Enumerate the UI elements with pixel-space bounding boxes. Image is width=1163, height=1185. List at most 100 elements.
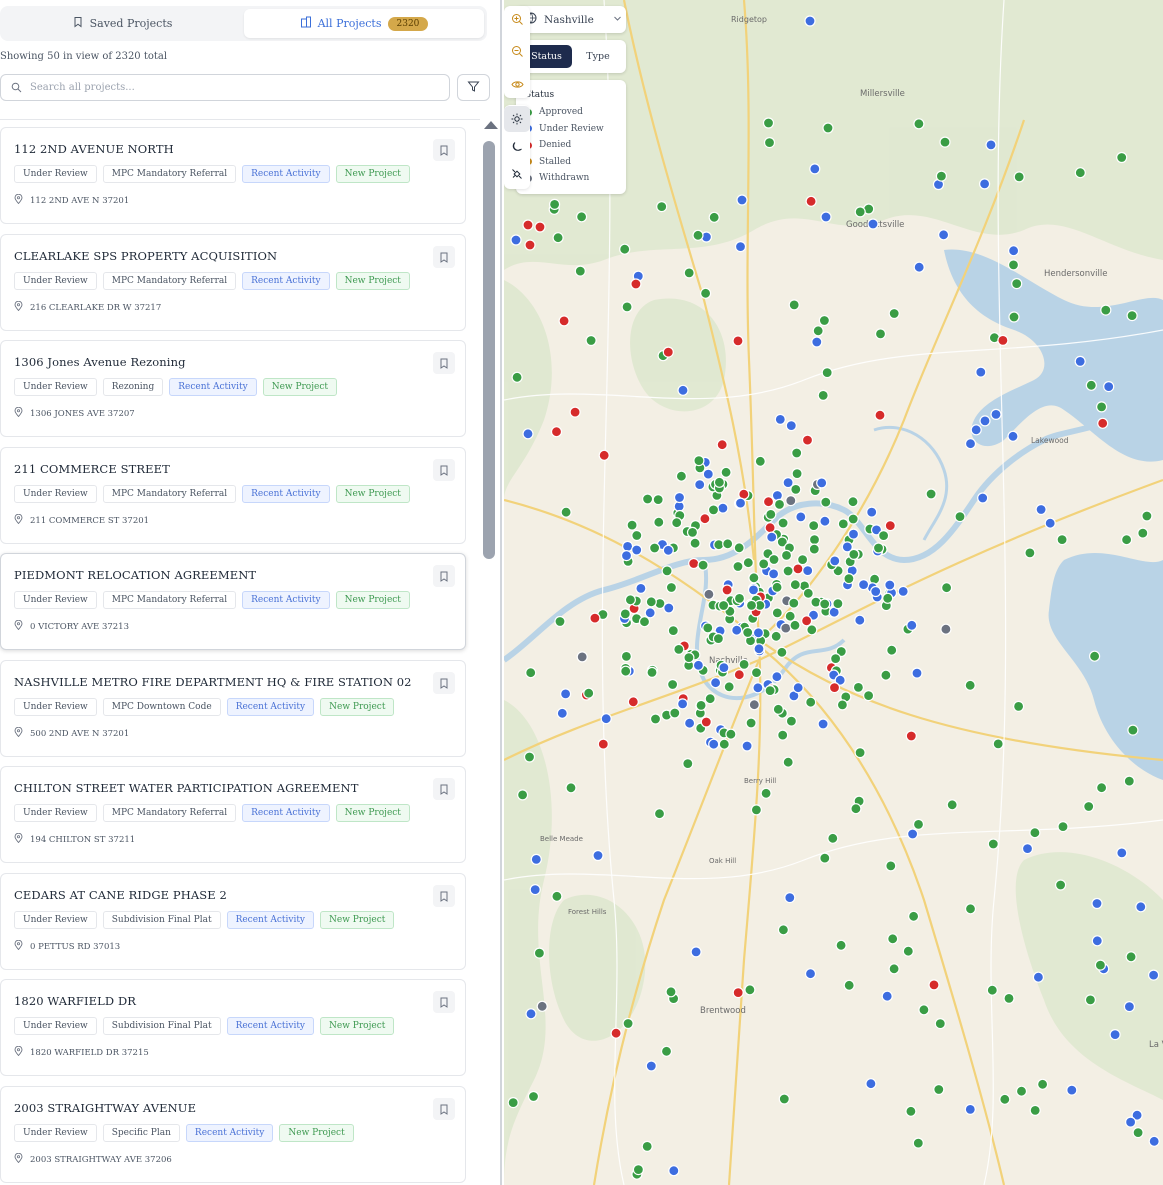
project-marker[interactable] [1141,510,1153,522]
project-marker[interactable] [683,651,695,664]
project-marker[interactable] [1125,951,1137,963]
project-marker[interactable] [884,579,896,591]
project-marker[interactable] [765,508,777,521]
project-marker[interactable] [718,661,730,674]
project-marker[interactable] [708,211,720,223]
project-marker[interactable] [677,384,689,396]
project-marker[interactable] [565,782,577,794]
project-marker[interactable] [533,947,546,959]
project-marker[interactable] [673,491,686,504]
project-marker[interactable] [795,511,807,523]
project-marker[interactable] [866,506,878,518]
project-marker[interactable] [619,243,631,255]
zoom-in-button[interactable] [504,7,530,33]
project-marker[interactable] [630,278,642,290]
project-marker[interactable] [667,624,679,637]
location-selector[interactable]: Nashville [516,6,626,33]
project-marker[interactable] [574,265,586,277]
project-marker[interactable] [525,1008,537,1020]
project-marker[interactable] [811,336,823,348]
satellite-style-button[interactable] [504,161,530,187]
project-marker[interactable] [782,477,794,489]
scroll-thumb[interactable] [483,141,495,559]
project-marker[interactable] [610,1027,622,1039]
project-card[interactable]: PIEDMONT RELOCATION AGREEMENT Under Revie… [0,553,466,650]
project-marker[interactable] [1012,700,1025,713]
project-marker[interactable] [733,592,746,605]
project-marker[interactable] [878,529,890,542]
project-marker[interactable] [1085,379,1097,391]
project-marker[interactable] [829,555,841,567]
project-marker[interactable] [754,455,766,467]
project-marker[interactable] [912,1137,924,1149]
project-marker[interactable] [646,666,658,679]
project-marker[interactable] [750,804,762,816]
project-marker[interactable] [1007,430,1019,442]
project-card[interactable]: CLEARLAKE SPS PROPERTY ACQUISITION Under … [0,234,466,331]
project-marker[interactable] [975,366,987,378]
project-marker[interactable] [776,646,788,658]
project-marker[interactable] [702,622,714,634]
project-marker[interactable] [1054,879,1067,891]
project-marker[interactable] [511,371,523,383]
project-marker[interactable] [789,619,801,631]
project-marker[interactable] [638,616,651,628]
project-marker[interactable] [669,707,681,719]
project-marker[interactable] [778,1093,790,1105]
project-card[interactable]: 211 COMMERCE STREET Under Review MPC Manda… [0,447,466,544]
project-marker[interactable] [661,565,673,577]
project-marker[interactable] [690,946,702,958]
project-marker[interactable] [752,627,764,639]
project-marker[interactable] [675,470,687,482]
project-marker[interactable] [624,594,637,606]
project-marker[interactable] [597,738,609,750]
project-marker[interactable] [745,717,757,729]
project-marker[interactable] [830,652,842,665]
project-marker[interactable] [677,698,689,710]
project-marker[interactable] [872,542,885,554]
tab-all-projects[interactable]: All Projects 2320 [244,9,484,38]
project-marker[interactable] [732,560,744,573]
project-marker[interactable] [1011,278,1023,290]
project-marker[interactable] [530,853,542,866]
project-card[interactable]: CHILTON STREET WATER PARTICIPATION AGREE… [0,766,466,863]
project-marker[interactable] [782,756,794,768]
project-marker[interactable] [822,122,834,134]
project-marker[interactable] [854,206,866,218]
project-marker[interactable] [1013,171,1025,183]
project-marker[interactable] [1123,775,1135,787]
bookmark-button[interactable] [433,565,455,587]
project-marker[interactable] [750,666,763,679]
project-marker[interactable] [723,681,735,693]
project-marker[interactable] [733,542,745,554]
project-marker[interactable] [766,531,778,543]
project-marker[interactable] [870,585,882,598]
dark-style-button[interactable] [504,134,530,160]
project-marker[interactable] [621,301,633,313]
project-marker[interactable] [808,543,820,555]
project-marker[interactable] [550,426,563,438]
project-marker[interactable] [671,517,683,529]
project-marker[interactable] [946,799,958,811]
project-marker[interactable] [852,681,864,694]
project-marker[interactable] [1074,167,1086,179]
project-marker[interactable] [673,643,685,656]
project-marker[interactable] [704,693,716,705]
project-marker[interactable] [1095,401,1108,413]
list-scrollbar[interactable] [482,119,498,1185]
project-marker[interactable] [805,195,817,207]
project-marker[interactable] [847,496,859,508]
project-marker[interactable] [780,622,792,634]
project-marker[interactable] [758,558,770,570]
project-marker[interactable] [742,626,754,639]
project-marker[interactable] [882,592,894,604]
project-marker[interactable] [884,519,896,532]
project-marker[interactable] [908,910,920,922]
project-marker[interactable] [592,849,604,862]
project-marker[interactable] [772,703,784,715]
project-marker[interactable] [665,986,677,998]
project-marker[interactable] [1008,311,1020,323]
project-marker[interactable] [663,602,675,614]
project-marker[interactable] [933,1083,945,1096]
project-marker[interactable] [693,455,705,467]
